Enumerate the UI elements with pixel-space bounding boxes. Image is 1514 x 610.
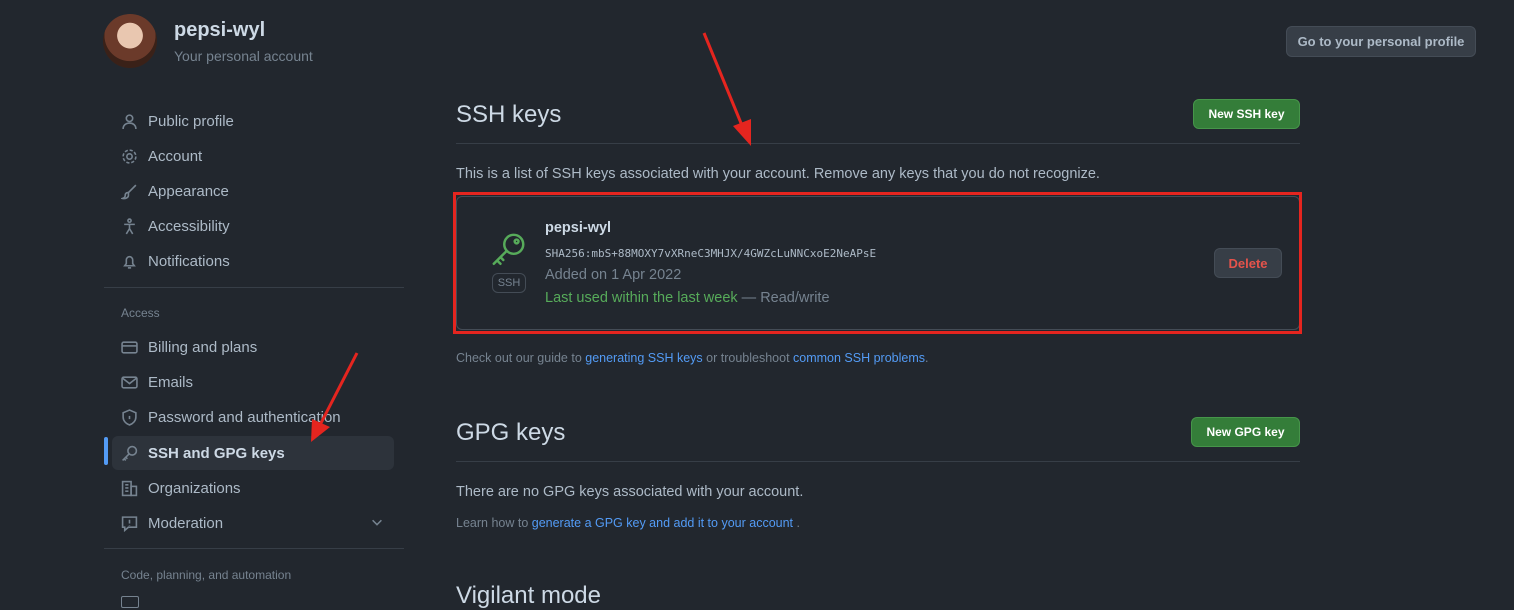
annotation-arrow-top — [702, 32, 751, 146]
annotation-arrows — [311, 32, 751, 442]
annotation-arrow-sidebar — [311, 352, 359, 442]
